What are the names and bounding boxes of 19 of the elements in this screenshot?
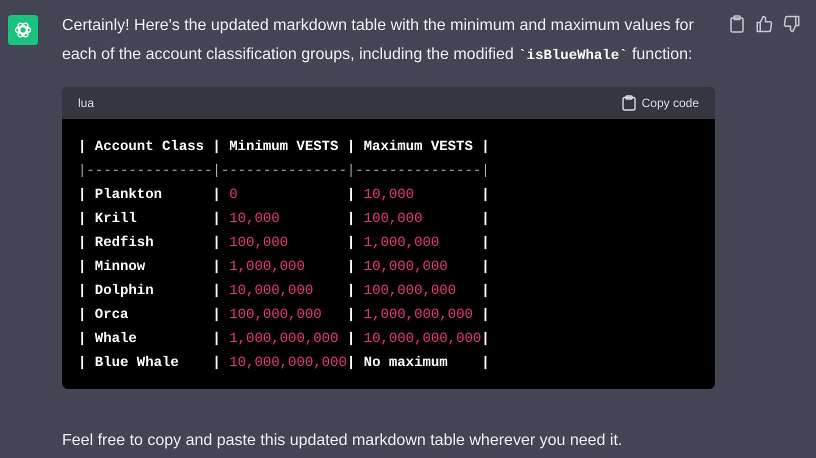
code-line: | Orca | 100,000,000 | 1,000,000,000 | [78, 306, 490, 325]
code-line: | Whale | 1,000,000,000 | 10,000,000,000| [78, 330, 490, 349]
code-line: | Redfish | 100,000 | 1,000,000 | [78, 234, 490, 253]
message-paragraph: Certainly! Here's the updated markdown table with the minimum and maximum values for each of the account classification groups, including the modified `isBlueWhale` function: [62, 16, 695, 66]
thumbs-up-icon[interactable] [755, 15, 773, 33]
clipboard-icon [622, 95, 636, 111]
code-language: lua [78, 95, 94, 112]
code-line: | Blue Whale | 10,000,000,000| No maximum | [78, 354, 490, 373]
copy-code-button[interactable]: Copy code [622, 94, 699, 112]
thumbs-down-icon[interactable] [783, 15, 801, 33]
message-paragraph: Feel free to copy and paste this updated markdown table wherever you need it. [62, 431, 624, 451]
code-line: | Plankton | 0 | 10,000 | [78, 186, 490, 205]
clipboard-icon[interactable] [729, 15, 745, 33]
code-line: | Krill | 10,000 | 100,000 | [78, 210, 490, 229]
assistant-avatar-icon [8, 15, 38, 45]
code-line: |---------------|---------------|---------------| [78, 162, 490, 181]
code-line: | Minnow | 1,000,000 | 10,000,000 | [78, 258, 490, 277]
code-line: | Account Class | Minimum VESTS | Maximum VESTS | [78, 138, 490, 157]
code-line: | Dolphin | 10,000,000 | 100,000,000 | [78, 282, 490, 301]
